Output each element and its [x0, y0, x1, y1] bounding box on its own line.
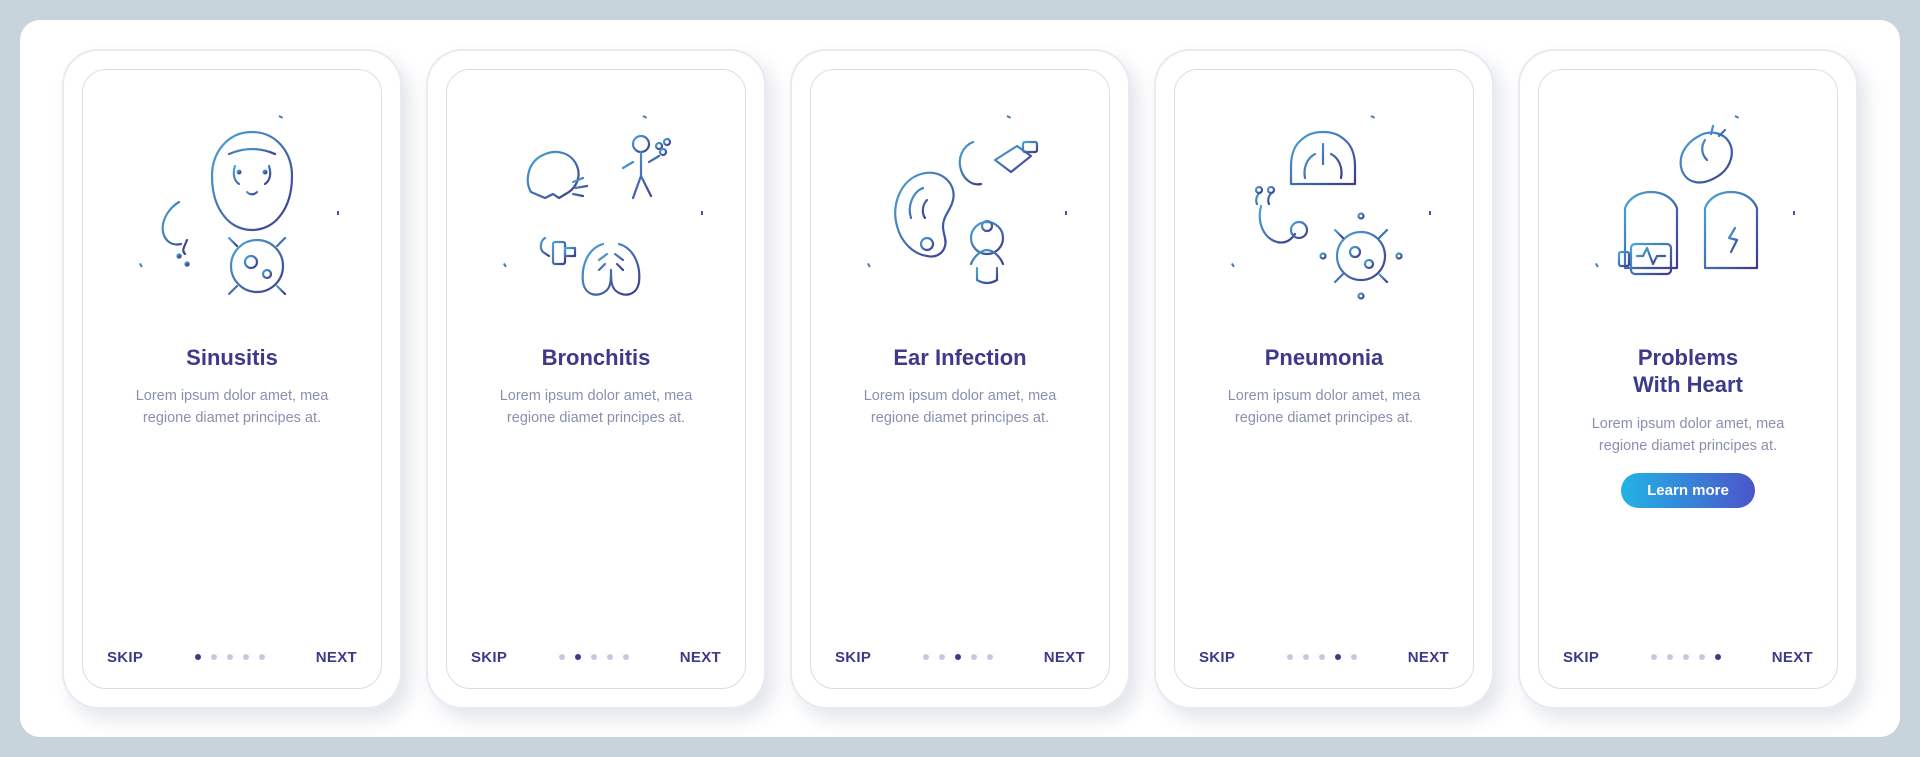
screen-title: Sinusitis	[186, 344, 278, 372]
phone-mockup: Bronchitis Lorem ipsum dolor amet, mea r…	[426, 49, 766, 709]
screen-description: Lorem ipsum dolor amet, mea regione diam…	[1568, 413, 1808, 458]
screen-title: Pneumonia	[1265, 344, 1384, 372]
skip-button[interactable]: SKIP	[1199, 649, 1235, 666]
page-indicator	[1651, 654, 1721, 660]
phone-mockup: Sinusitis Lorem ipsum dolor amet, mea re…	[62, 49, 402, 709]
screen-description: Lorem ipsum dolor amet, mea regione diam…	[112, 385, 352, 430]
onboarding-nav: SKIP NEXT	[471, 649, 721, 666]
sinusitis-icon	[117, 96, 347, 326]
next-button[interactable]: NEXT	[680, 649, 721, 666]
screen-title: Problems With Heart	[1633, 344, 1743, 399]
skip-button[interactable]: SKIP	[835, 649, 871, 666]
screen-title: Bronchitis	[542, 344, 651, 372]
mockup-row: Sinusitis Lorem ipsum dolor amet, mea re…	[20, 20, 1900, 737]
screen-description: Lorem ipsum dolor amet, mea regione diam…	[840, 385, 1080, 430]
page-indicator	[195, 654, 265, 660]
page-indicator	[1287, 654, 1357, 660]
onboarding-screen: Ear Infection Lorem ipsum dolor amet, me…	[810, 69, 1110, 689]
next-button[interactable]: NEXT	[1772, 649, 1813, 666]
next-button[interactable]: NEXT	[316, 649, 357, 666]
onboarding-nav: SKIP NEXT	[107, 649, 357, 666]
bronchitis-icon	[481, 96, 711, 326]
phone-mockup: Ear Infection Lorem ipsum dolor amet, me…	[790, 49, 1130, 709]
onboarding-screen: Problems With Heart Lorem ipsum dolor am…	[1538, 69, 1838, 689]
onboarding-screen: Pneumonia Lorem ipsum dolor amet, mea re…	[1174, 69, 1474, 689]
onboarding-nav: SKIP NEXT	[1563, 649, 1813, 666]
phone-mockup: Problems With Heart Lorem ipsum dolor am…	[1518, 49, 1858, 709]
phone-mockup: Pneumonia Lorem ipsum dolor amet, mea re…	[1154, 49, 1494, 709]
skip-button[interactable]: SKIP	[471, 649, 507, 666]
page-indicator	[559, 654, 629, 660]
next-button[interactable]: NEXT	[1408, 649, 1449, 666]
skip-button[interactable]: SKIP	[107, 649, 143, 666]
heart-problems-icon	[1573, 96, 1803, 326]
learn-more-button[interactable]: Learn more	[1621, 473, 1755, 508]
onboarding-nav: SKIP NEXT	[835, 649, 1085, 666]
next-button[interactable]: NEXT	[1044, 649, 1085, 666]
screen-title: Ear Infection	[893, 344, 1026, 372]
onboarding-screen: Bronchitis Lorem ipsum dolor amet, mea r…	[446, 69, 746, 689]
skip-button[interactable]: SKIP	[1563, 649, 1599, 666]
onboarding-screen: Sinusitis Lorem ipsum dolor amet, mea re…	[82, 69, 382, 689]
ear-infection-icon	[845, 96, 1075, 326]
screen-description: Lorem ipsum dolor amet, mea regione diam…	[476, 385, 716, 430]
pneumonia-icon	[1209, 96, 1439, 326]
page-indicator	[923, 654, 993, 660]
onboarding-nav: SKIP NEXT	[1199, 649, 1449, 666]
screen-description: Lorem ipsum dolor amet, mea regione diam…	[1204, 385, 1444, 430]
